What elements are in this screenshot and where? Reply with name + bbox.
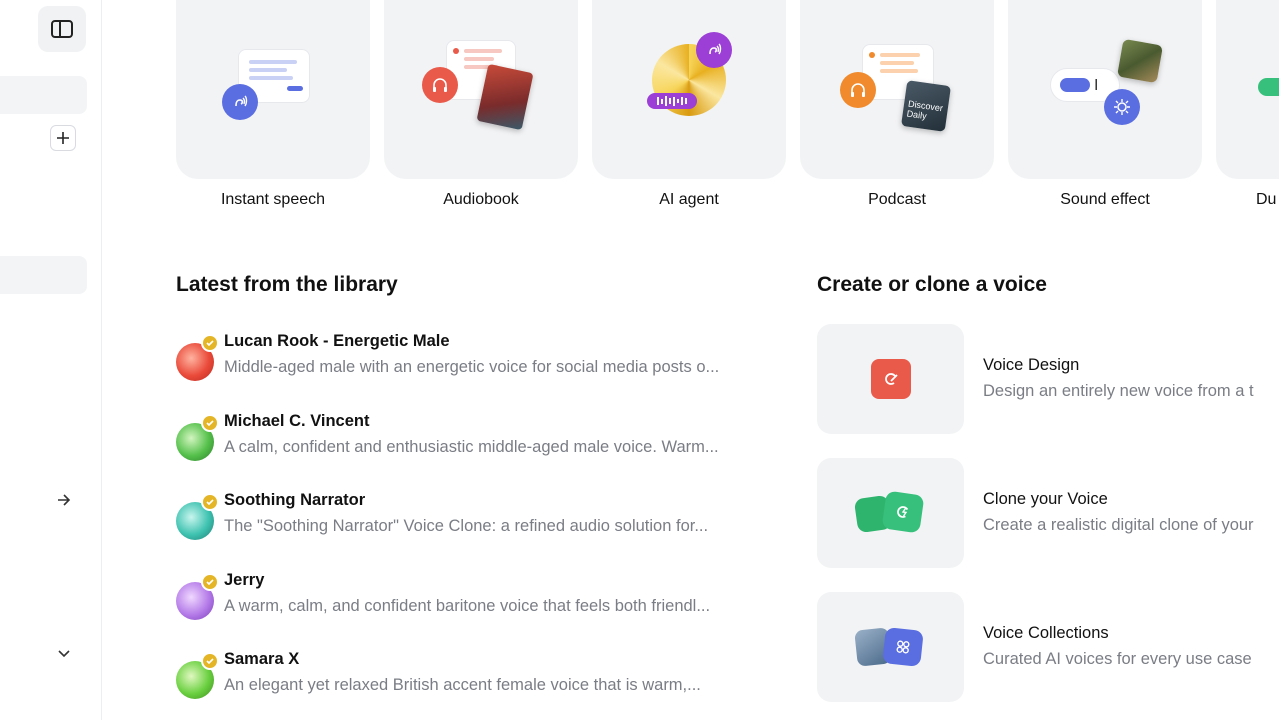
headphones-icon xyxy=(840,72,876,108)
collections-icon xyxy=(853,625,926,669)
voice-description: A warm, calm, and confident baritone voi… xyxy=(224,597,711,615)
podcast-illustration: Discover Daily xyxy=(800,0,994,179)
card-title: Voice Design xyxy=(983,356,1080,374)
tile-audiobook[interactable]: Audiobook xyxy=(384,0,578,209)
verified-badge-icon xyxy=(201,414,219,432)
speech-icon xyxy=(222,84,258,120)
voice-description: An elegant yet relaxed British accent fe… xyxy=(224,676,701,694)
sidebar-panel-icon xyxy=(51,20,73,38)
library-item[interactable]: Samara X An elegant yet relaxed British … xyxy=(176,646,776,706)
arrow-right-icon xyxy=(58,494,71,506)
clone-icon xyxy=(853,490,926,535)
speech-icon xyxy=(696,32,732,68)
nature-image xyxy=(1117,38,1163,84)
tile-label: Sound effect xyxy=(1060,191,1150,208)
waveform-icon xyxy=(1258,78,1279,96)
card-description: Design an entirely new voice from a t xyxy=(983,382,1254,400)
card-description: Create a realistic digital clone of your xyxy=(983,516,1254,534)
library-item[interactable]: Jerry A warm, calm, and confident barito… xyxy=(176,567,776,627)
tile-label: Audiobook xyxy=(443,191,519,208)
voice-collections-thumb xyxy=(817,592,964,702)
sidebar-item[interactable] xyxy=(0,256,87,294)
voice-design-icon xyxy=(870,359,911,399)
plus-icon xyxy=(57,132,69,144)
verified-badge-icon xyxy=(201,493,219,511)
tile-podcast[interactable]: Discover Daily Podcast xyxy=(800,0,994,209)
library-item[interactable]: Michael C. Vincent A calm, confident and… xyxy=(176,408,776,468)
create-section-title: Create or clone a voice xyxy=(817,273,1047,296)
sidebar xyxy=(0,0,102,720)
voice-design-thumb xyxy=(817,324,964,434)
card-description: Curated AI voices for every use case xyxy=(983,650,1252,668)
tile-label: Du xyxy=(1256,191,1277,208)
tile-instant-speech[interactable]: Instant speech xyxy=(176,0,370,209)
clone-voice-thumb xyxy=(817,458,964,568)
library-section-title: Latest from the library xyxy=(176,273,398,296)
tile-label: Instant speech xyxy=(220,191,326,208)
voice-design-card[interactable]: Voice Design Design an entirely new voic… xyxy=(817,324,1279,434)
voice-description: A calm, confident and enthusiastic middl… xyxy=(224,438,719,456)
voice-description: Middle-aged male with an energetic voice… xyxy=(224,358,720,376)
voice-name: Soothing Narrator xyxy=(224,491,366,509)
podcast-cover-image: Discover Daily xyxy=(901,80,951,132)
expand-arrow-button[interactable] xyxy=(52,488,76,512)
chevron-down-icon xyxy=(58,650,70,658)
sidebar-item-active[interactable] xyxy=(0,76,87,114)
waveform-icon xyxy=(647,93,697,109)
verified-badge-icon xyxy=(201,652,219,670)
collapse-chevron-button[interactable] xyxy=(52,642,76,666)
voice-name: Michael C. Vincent xyxy=(224,412,370,430)
headphones-icon xyxy=(422,67,458,103)
voice-description: The "Soothing Narrator" Voice Clone: a r… xyxy=(224,517,709,535)
podcast-cover-text: Discover Daily xyxy=(906,98,944,122)
tile-dubbing[interactable]: Du xyxy=(1216,0,1279,209)
sound-effect-illustration: I xyxy=(1008,0,1202,179)
dubbing-illustration xyxy=(1216,0,1279,179)
voice-name: Lucan Rook - Energetic Male xyxy=(224,332,450,350)
tile-label: Podcast xyxy=(868,191,926,208)
sidebar-toggle-button[interactable] xyxy=(38,6,86,52)
voice-name: Samara X xyxy=(224,650,300,668)
instant-speech-illustration xyxy=(176,0,370,179)
audiobook-illustration xyxy=(384,0,578,179)
use-case-tiles: Instant speech Audiobook AI agent Discov… xyxy=(176,0,1279,215)
tile-ai-agent[interactable]: AI agent xyxy=(592,0,786,209)
voice-collections-card[interactable]: Voice Collections Curated AI voices for … xyxy=(817,592,1279,702)
card-title: Clone your Voice xyxy=(983,490,1108,508)
card-title: Voice Collections xyxy=(983,624,1109,642)
voice-name: Jerry xyxy=(224,571,265,589)
tile-sound-effect[interactable]: I Sound effect xyxy=(1008,0,1202,209)
library-item[interactable]: Soothing Narrator The "Soothing Narrator… xyxy=(176,487,776,547)
text-cursor-icon: I xyxy=(1094,77,1099,94)
verified-badge-icon xyxy=(201,573,219,591)
library-item[interactable]: Lucan Rook - Energetic Male Middle-aged … xyxy=(176,328,776,388)
clone-voice-card[interactable]: Clone your Voice Create a realistic digi… xyxy=(817,458,1279,568)
verified-badge-icon xyxy=(201,334,219,352)
ai-agent-illustration xyxy=(592,0,786,179)
burst-icon xyxy=(1104,89,1140,125)
add-button[interactable] xyxy=(50,125,76,151)
tile-label: AI agent xyxy=(659,191,719,208)
